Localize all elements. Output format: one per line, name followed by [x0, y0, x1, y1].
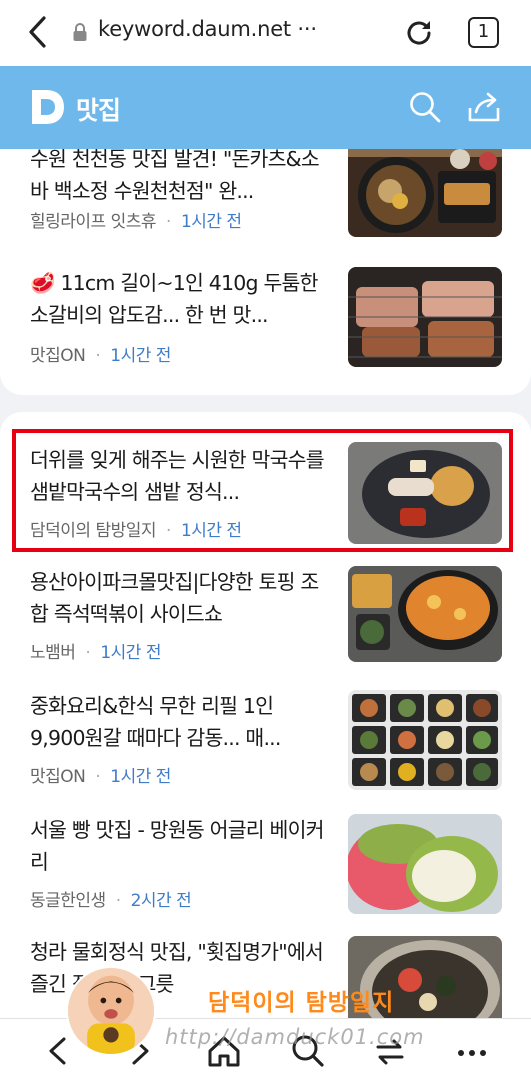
buffet-dishes-thumbnail[interactable] [348, 690, 502, 790]
article-title[interactable]: 더위를 잊게 해주는 시원한 막국수를 샘밭막국수의 샘밭 정식... [30, 444, 330, 508]
article-source: 노뱀버 [30, 643, 76, 663]
lock-icon [73, 23, 87, 41]
article-source: 맛집ON [30, 346, 86, 366]
tteokbokki-pot-thumbnail[interactable] [348, 566, 502, 662]
daum-header: 맛집 [0, 66, 531, 149]
more-icon[interactable] [452, 1031, 492, 1071]
article-meta: 동글한인생 · 2시간 전 [30, 891, 192, 911]
back-arrow-icon[interactable] [26, 14, 50, 50]
article-time: 1시간 전 [180, 521, 242, 541]
grilled-galbi-thumbnail[interactable] [348, 267, 502, 367]
article-source: 힐링라이프 잇츠휴 [30, 212, 157, 232]
article-title[interactable]: 서울 빵 맛집 - 망원동 어글리 베이커리 [30, 814, 330, 878]
bread-thumbnail[interactable] [348, 814, 502, 914]
article-time: 1시간 전 [110, 346, 171, 366]
back-icon[interactable] [38, 1031, 78, 1071]
article-title[interactable]: 수원 천천동 맛집 발견! "돈카츠&소바 백소정 수원천천점" 완... [30, 149, 330, 207]
article-meta: 힐링라이프 잇츠휴 · 1시간 전 [30, 212, 242, 232]
article-title[interactable]: 🥩 11cm 길이~1인 410g 두툼한 소갈비의 압도감... 한 번 맛.… [30, 267, 330, 331]
article-meta: 노뱀버 · 1시간 전 [30, 643, 161, 663]
blog-avatar-image [66, 966, 156, 1056]
article-source: 맛집ON [30, 767, 86, 787]
article-source: 동글한인생 [30, 891, 106, 911]
article-time: 1시간 전 [100, 643, 161, 663]
search-icon[interactable] [408, 90, 442, 124]
makguksu-platter-thumbnail[interactable] [348, 442, 502, 544]
article-time: 1시간 전 [180, 212, 242, 232]
article-title[interactable]: 중화요리&한식 무한 리필 1인 9,900원갈 때마다 감동... 매... [30, 690, 330, 754]
tonkatsu-soba-thumbnail[interactable] [348, 149, 502, 237]
article-meta: 담덕이의 탐방일지 · 1시간 전 [30, 521, 242, 541]
article-time: 1시간 전 [110, 767, 171, 787]
browser-toolbar: keyword.daum.net ··· 1 [0, 0, 531, 66]
tab-count-button[interactable]: 1 [468, 17, 499, 48]
address-bar-url[interactable]: keyword.daum.net ··· [98, 17, 317, 41]
article-source: 담덕이의 탐방일지 [30, 521, 157, 541]
daum-logo-icon[interactable] [30, 88, 66, 126]
watermark-blog-url: http://damduck01.com [165, 1025, 425, 1049]
share-icon[interactable] [466, 90, 502, 124]
reload-icon[interactable] [402, 16, 436, 50]
article-card-main: 더위를 잊게 해주는 시원한 막국수를 샘밭막국수의 샘밭 정식... 담덕이의… [0, 412, 531, 1032]
article-card-top: 수원 천천동 맛집 발견! "돈카츠&소바 백소정 수원천천점" 완... 힐링… [0, 149, 531, 395]
article-meta: 맛집ON · 1시간 전 [30, 767, 171, 787]
watermark-blog-name: 담덕이의 탐방일지 [208, 990, 395, 1016]
page-title: 맛집 [76, 96, 121, 125]
article-title[interactable]: 용산아이파크몰맛집|다양한 토핑 조합 즉석떡볶이 사이드쇼 [30, 566, 330, 630]
article-meta: 맛집ON · 1시간 전 [30, 346, 171, 366]
article-time: 2시간 전 [130, 891, 192, 911]
